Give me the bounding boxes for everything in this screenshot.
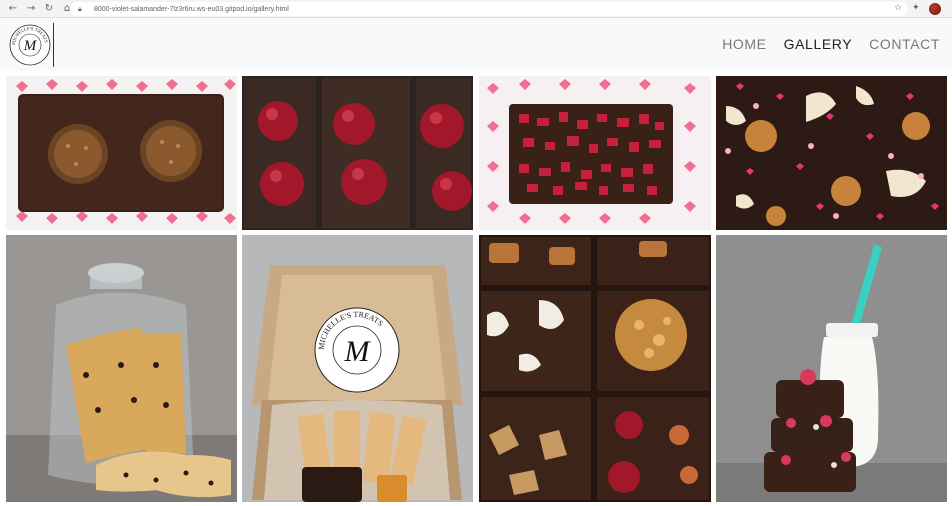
nav-home[interactable]: HOME	[722, 36, 766, 52]
main-nav: HOME GALLERY CONTACT	[722, 36, 940, 52]
browser-toolbar: ← → ↻ ⌂ 🔒︎ 8000-violet-salamander-7lz3r6…	[0, 0, 952, 18]
gift-box-image: MICHELLE'S TREATS M	[242, 235, 473, 502]
logo-letter: M	[23, 38, 38, 54]
back-icon[interactable]: ←	[6, 2, 20, 16]
gallery-image-2[interactable]	[242, 76, 473, 230]
gallery-image-5[interactable]	[6, 235, 237, 502]
brownie-stack-image	[716, 235, 947, 502]
assorted-brownies-image	[479, 235, 711, 502]
cherry-brownie-image	[242, 76, 473, 230]
site-logo[interactable]: MICHELLE'S TREATS M	[8, 23, 54, 67]
gallery-grid: MICHELLE'S TREATS M	[0, 71, 952, 506]
profile-avatar[interactable]	[929, 3, 941, 15]
lock-icon: 🔒︎	[78, 4, 82, 13]
gallery-image-3[interactable]	[479, 76, 711, 230]
box-label-letter: M	[344, 335, 372, 368]
raspberry-brownie-image	[479, 76, 711, 230]
biscotti-jar-image	[6, 235, 237, 502]
nav-gallery[interactable]: GALLERY	[784, 36, 853, 52]
reload-icon[interactable]: ↻	[42, 2, 56, 16]
address-bar[interactable]: 🔒︎ 8000-violet-salamander-7lz3r6ru.ws-eu…	[70, 2, 908, 16]
star-icon[interactable]: ☆	[894, 3, 902, 13]
extensions-icon[interactable]: ✦	[912, 3, 920, 13]
site-header: MICHELLE'S TREATS M HOME GALLERY CONTACT	[0, 19, 952, 71]
gallery-image-4[interactable]	[716, 76, 947, 230]
nav-contact[interactable]: CONTACT	[869, 36, 940, 52]
gallery-image-6[interactable]: MICHELLE'S TREATS M	[242, 235, 473, 502]
gallery-image-8[interactable]	[716, 235, 947, 502]
white-chocolate-brownie-image	[716, 76, 947, 230]
url-text[interactable]: 8000-violet-salamander-7lz3r6ru.ws-eu03.…	[94, 6, 289, 13]
logo-emblem: MICHELLE'S TREATS M	[9, 24, 51, 66]
gallery-image-7[interactable]	[479, 235, 711, 502]
gallery-image-1[interactable]	[6, 76, 237, 230]
forward-icon[interactable]: →	[24, 2, 38, 16]
hazelnut-brownie-image	[6, 76, 237, 230]
